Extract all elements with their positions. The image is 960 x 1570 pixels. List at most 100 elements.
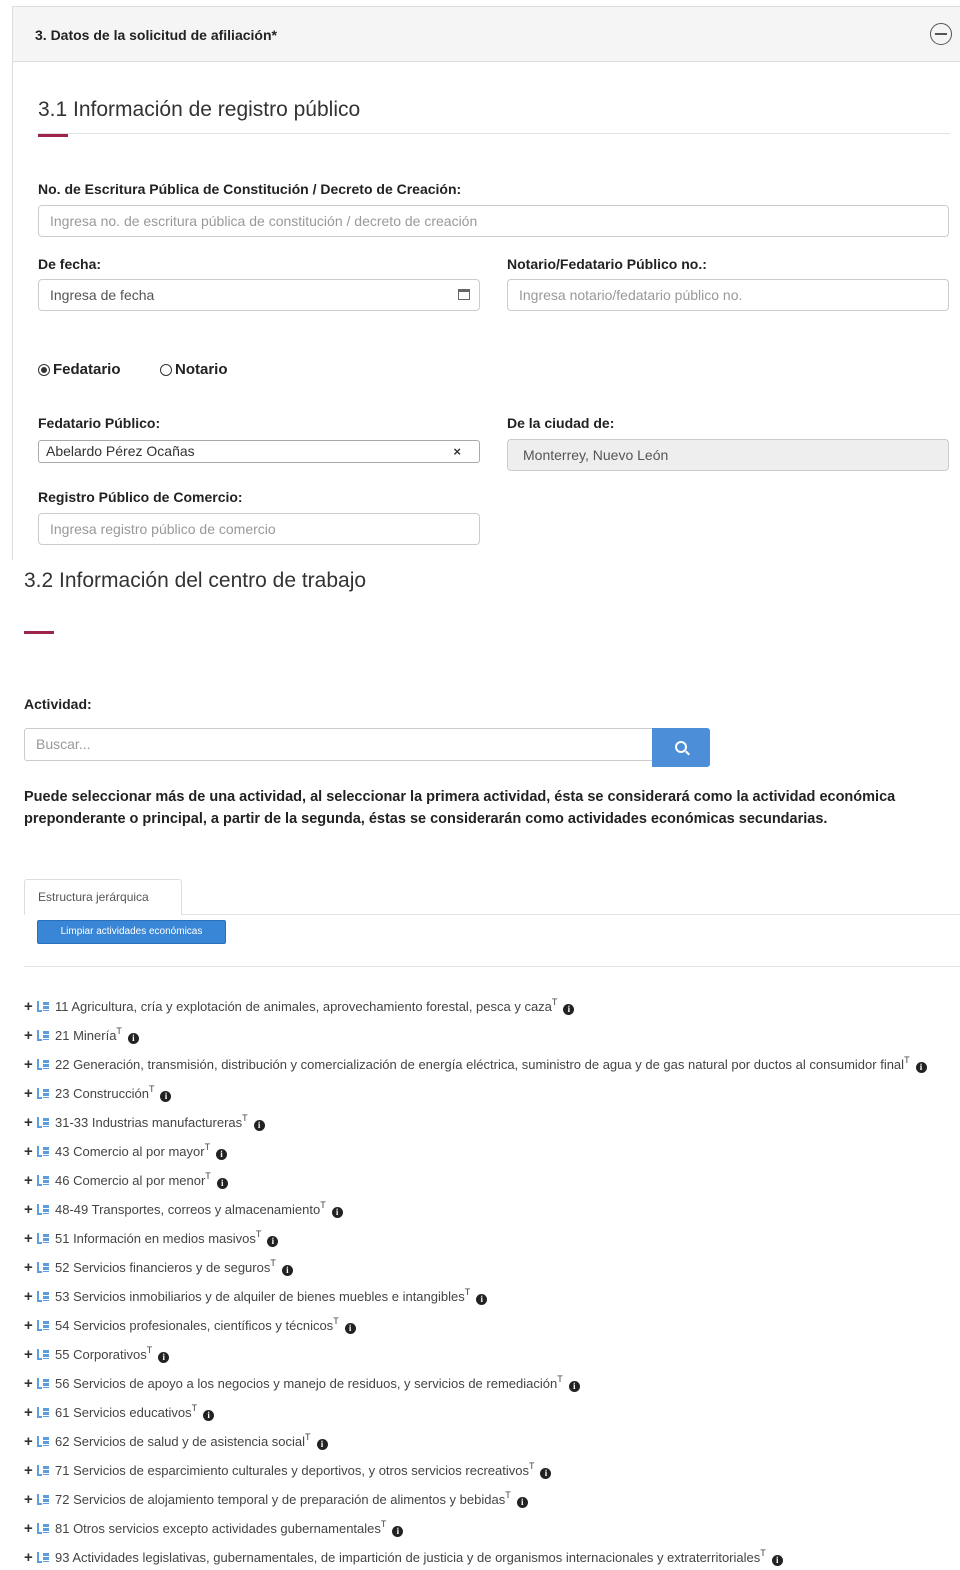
- tree-node[interactable]: +56 Servicios de apoyo a los negocios y …: [24, 1367, 960, 1396]
- tab-estructura-jerarquica[interactable]: Estructura jerárquica: [24, 879, 182, 915]
- panel-header[interactable]: 3. Datos de la solicitud de afiliación*: [12, 6, 960, 62]
- info-icon[interactable]: i: [127, 1033, 139, 1044]
- info-icon[interactable]: i: [563, 1004, 575, 1015]
- info-icon[interactable]: i: [331, 1207, 343, 1218]
- expand-icon[interactable]: +: [24, 1169, 35, 1193]
- calendar-icon[interactable]: [458, 289, 470, 300]
- info-icon[interactable]: i: [568, 1381, 580, 1392]
- expand-icon[interactable]: +: [24, 1256, 35, 1280]
- info-icon[interactable]: i: [216, 1149, 228, 1160]
- expand-icon[interactable]: +: [24, 1227, 35, 1251]
- expand-icon[interactable]: +: [24, 1546, 35, 1570]
- radio-checked-icon[interactable]: [38, 363, 50, 376]
- info-icon[interactable]: i: [216, 1178, 228, 1189]
- escritura-input[interactable]: Ingresa no. de escritura pública de cons…: [38, 205, 949, 237]
- expand-icon[interactable]: +: [24, 1082, 35, 1106]
- tree-node-label[interactable]: 53 Servicios inmobiliarios y de alquiler…: [55, 1289, 465, 1304]
- expand-icon[interactable]: +: [24, 1314, 35, 1338]
- tree-node-label[interactable]: 93 Actividades legislativas, gubernament…: [55, 1550, 760, 1565]
- info-icon[interactable]: i: [915, 1062, 927, 1073]
- tree-node[interactable]: +22 Generación, transmisión, distribució…: [24, 1048, 960, 1077]
- registro-input[interactable]: Ingresa registro público de comercio: [38, 513, 480, 545]
- tree-node-label[interactable]: 62 Servicios de salud y de asistencia so…: [55, 1434, 305, 1449]
- tree-node[interactable]: +53 Servicios inmobiliarios y de alquile…: [24, 1280, 960, 1309]
- info-icon[interactable]: i: [344, 1323, 356, 1334]
- radio-fedatario[interactable]: Fedatario: [38, 361, 121, 378]
- info-icon[interactable]: i: [203, 1410, 215, 1421]
- fedatario-select[interactable]: Abelardo Pérez Ocañas ×: [38, 440, 480, 463]
- radio-notario[interactable]: Notario: [160, 361, 228, 378]
- clear-activities-button[interactable]: Limpiar actividades económicas: [37, 920, 226, 944]
- tree-node-marker: T: [528, 1461, 535, 1471]
- tree-node-marker: T: [333, 1316, 339, 1326]
- info-icon[interactable]: i: [158, 1352, 170, 1363]
- expand-icon[interactable]: +: [24, 1140, 35, 1164]
- expand-icon[interactable]: +: [24, 1053, 35, 1077]
- tree-node[interactable]: +21 MineríaTi: [24, 1019, 960, 1048]
- actividad-search-input[interactable]: Buscar...: [24, 728, 654, 761]
- tree-node-label[interactable]: 43 Comercio al por mayor: [55, 1144, 205, 1159]
- expand-icon[interactable]: +: [24, 1488, 35, 1512]
- info-icon[interactable]: i: [160, 1091, 172, 1102]
- tree-node[interactable]: +93 Actividades legislativas, gubernamen…: [24, 1541, 960, 1570]
- tree-node[interactable]: +46 Comercio al por menorTi: [24, 1164, 960, 1193]
- tree-node-label[interactable]: 21 Minería: [55, 1028, 116, 1043]
- tree-node-label[interactable]: 48-49 Transportes, correos y almacenamie…: [55, 1202, 320, 1217]
- tree-node-label[interactable]: 56 Servicios de apoyo a los negocios y m…: [55, 1376, 557, 1391]
- tree-node-label[interactable]: 11 Agricultura, cría y explotación de an…: [55, 999, 552, 1014]
- clear-selection-icon[interactable]: ×: [453, 441, 461, 462]
- tree-node[interactable]: +31-33 Industrias manufacturerasTi: [24, 1106, 960, 1135]
- expand-icon[interactable]: +: [24, 1517, 35, 1541]
- expand-icon[interactable]: +: [24, 1372, 35, 1396]
- tree-node-label[interactable]: 54 Servicios profesionales, científicos …: [55, 1318, 333, 1333]
- tree-node[interactable]: +52 Servicios financieros y de segurosTi: [24, 1251, 960, 1280]
- tree-node[interactable]: +43 Comercio al por mayorTi: [24, 1135, 960, 1164]
- expand-icon[interactable]: +: [24, 1401, 35, 1425]
- radio-unchecked-icon[interactable]: [160, 363, 172, 376]
- info-icon[interactable]: i: [516, 1497, 528, 1508]
- expand-icon[interactable]: +: [24, 1024, 35, 1048]
- tree-node[interactable]: +81 Otros servicios excepto actividades …: [24, 1512, 960, 1541]
- tree-node-label[interactable]: 22 Generación, transmisión, distribución…: [55, 1057, 904, 1072]
- tree-node[interactable]: +51 Información en medios masivosTi: [24, 1222, 960, 1251]
- tree-node-label[interactable]: 52 Servicios financieros y de seguros: [55, 1260, 270, 1275]
- tree-node[interactable]: +61 Servicios educativosTi: [24, 1396, 960, 1425]
- expand-icon[interactable]: +: [24, 1343, 35, 1367]
- tree-node[interactable]: +11 Agricultura, cría y explotación de a…: [24, 990, 960, 1019]
- info-icon[interactable]: i: [281, 1265, 293, 1276]
- tree-node-label[interactable]: 61 Servicios educativos: [55, 1405, 192, 1420]
- tree-node[interactable]: +54 Servicios profesionales, científicos…: [24, 1309, 960, 1338]
- tree-node[interactable]: +48-49 Transportes, correos y almacenami…: [24, 1193, 960, 1222]
- info-icon[interactable]: i: [267, 1236, 279, 1247]
- tree-node[interactable]: +62 Servicios de salud y de asistencia s…: [24, 1425, 960, 1454]
- info-icon[interactable]: i: [253, 1120, 265, 1131]
- hierarchy-icon: [37, 1174, 50, 1187]
- tree-node-label[interactable]: 72 Servicios de alojamiento temporal y d…: [55, 1492, 505, 1507]
- notario-input[interactable]: Ingresa notario/fedatario público no.: [507, 279, 949, 311]
- tree-node-label[interactable]: 81 Otros servicios excepto actividades g…: [55, 1521, 381, 1536]
- tree-node[interactable]: +72 Servicios de alojamiento temporal y …: [24, 1483, 960, 1512]
- tree-node-label[interactable]: 23 Construcción: [55, 1086, 149, 1101]
- tree-node-label[interactable]: 31-33 Industrias manufactureras: [55, 1115, 242, 1130]
- expand-icon[interactable]: +: [24, 1459, 35, 1483]
- tree-node[interactable]: +55 CorporativosTi: [24, 1338, 960, 1367]
- tree-node[interactable]: +71 Servicios de esparcimiento culturale…: [24, 1454, 960, 1483]
- info-icon[interactable]: i: [392, 1526, 404, 1537]
- tree-node[interactable]: +23 ConstrucciónTi: [24, 1077, 960, 1106]
- tree-node-label[interactable]: 51 Información en medios masivos: [55, 1231, 256, 1246]
- expand-icon[interactable]: +: [24, 1111, 35, 1135]
- info-icon[interactable]: i: [540, 1468, 552, 1479]
- info-icon[interactable]: i: [476, 1294, 488, 1305]
- expand-icon[interactable]: +: [24, 1285, 35, 1309]
- fecha-input[interactable]: Ingresa de fecha: [38, 279, 480, 311]
- search-button[interactable]: [652, 728, 710, 767]
- info-icon[interactable]: i: [316, 1439, 328, 1450]
- tree-node-label[interactable]: 71 Servicios de esparcimiento culturales…: [55, 1463, 529, 1478]
- expand-icon[interactable]: +: [24, 1198, 35, 1222]
- tree-node-label[interactable]: 55 Corporativos: [55, 1347, 147, 1362]
- tree-node-label[interactable]: 46 Comercio al por menor: [55, 1173, 205, 1188]
- expand-icon[interactable]: +: [24, 1430, 35, 1454]
- info-icon[interactable]: i: [771, 1555, 783, 1566]
- collapse-icon[interactable]: [930, 23, 952, 45]
- expand-icon[interactable]: +: [24, 995, 35, 1019]
